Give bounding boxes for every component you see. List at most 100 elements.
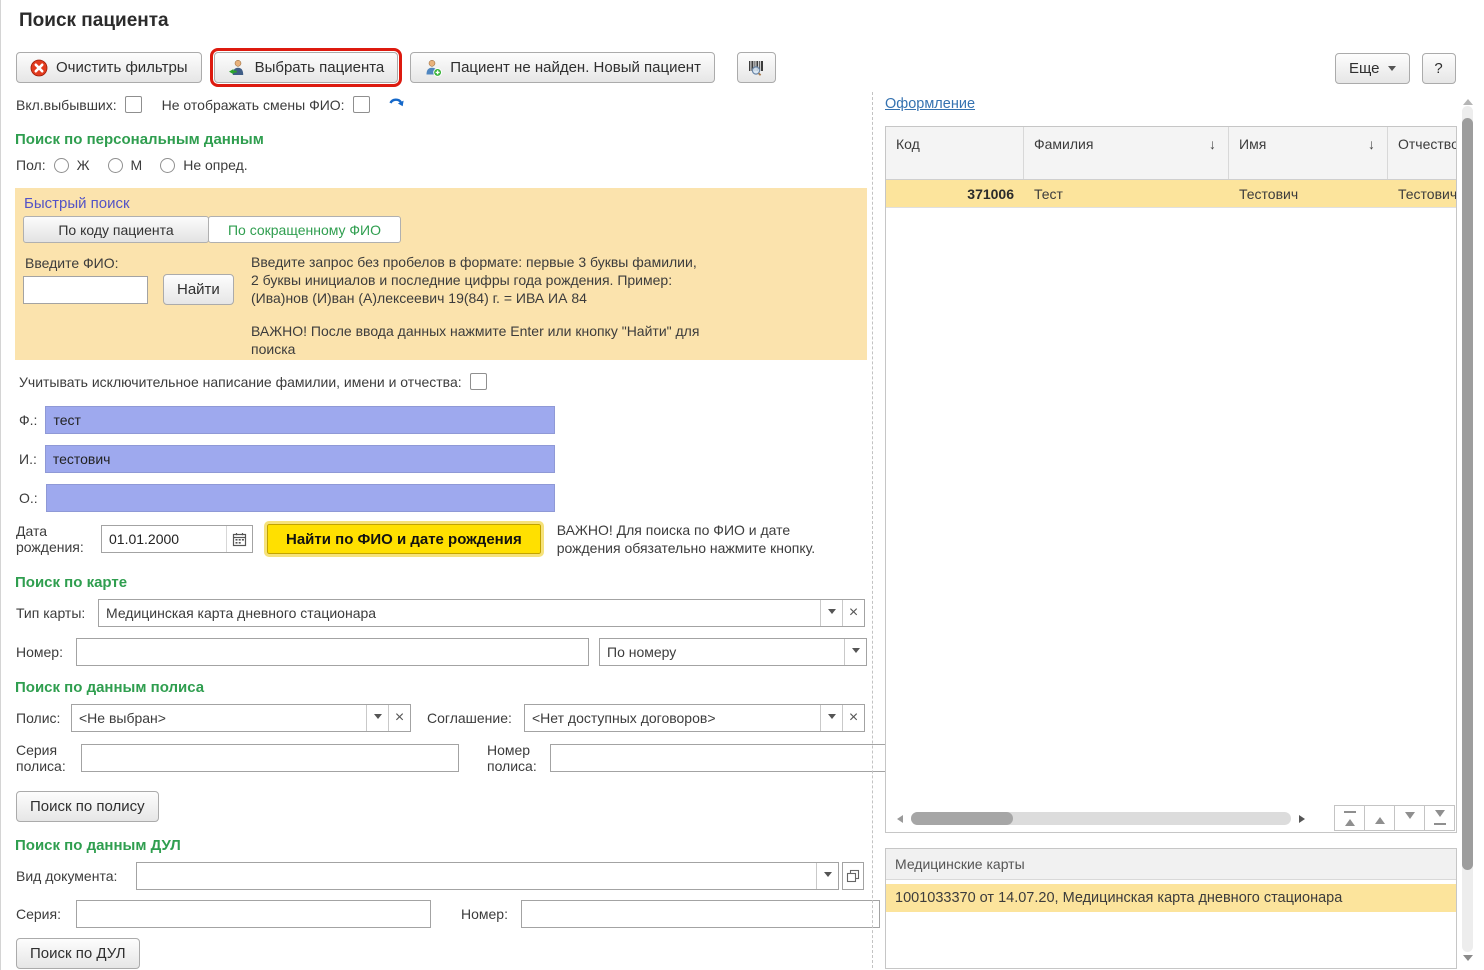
column-header-code[interactable]: Код <box>886 127 1024 179</box>
tab-by-short-fio[interactable]: По сокращенному ФИО <box>208 216 401 243</box>
find-button[interactable]: Найти <box>163 274 234 305</box>
policy-clear-icon[interactable]: × <box>388 705 410 731</box>
search-by-dul-label: Поиск по ДУЛ <box>30 945 126 962</box>
cell-surname: Тест <box>1024 186 1229 202</box>
column-header-surname[interactable]: Фамилия↓ <box>1024 127 1229 179</box>
card-type-dropdown-icon[interactable] <box>820 600 842 626</box>
more-button[interactable]: Еще <box>1335 53 1410 84</box>
design-link[interactable]: Оформление <box>885 96 975 112</box>
card-search-mode-value: По номеру <box>600 639 844 665</box>
exact-spelling-checkbox[interactable] <box>470 373 487 390</box>
agreement-dropdown-icon[interactable] <box>820 705 842 731</box>
policy-value: <Не выбран> <box>72 705 366 731</box>
include-departed-checkbox[interactable] <box>125 96 142 113</box>
medical-cards-header: Медицинские карты <box>886 849 1456 880</box>
agreement-combo[interactable]: <Нет доступных договоров> × <box>524 704 865 732</box>
go-last-button[interactable] <box>1424 805 1455 831</box>
card-number-row: Номер: По номеру <box>16 638 867 666</box>
agreement-clear-icon[interactable]: × <box>842 705 864 731</box>
gender-undefined-label: Не опред. <box>183 157 247 173</box>
vscroll-thumb[interactable] <box>1462 118 1473 870</box>
policy-series-input[interactable] <box>81 744 459 772</box>
refresh-icon[interactable] <box>388 97 405 113</box>
toolbar: Очистить фильтры Выбрать пациента Пациен… <box>16 52 776 83</box>
patronymic-label: О.: <box>19 490 38 506</box>
doc-type-dropdown-icon[interactable] <box>816 863 838 889</box>
calendar-icon[interactable] <box>226 526 252 552</box>
find-button-label: Найти <box>177 281 220 298</box>
quick-search-tabs: По коду пациента По сокращенному ФИО <box>23 216 401 243</box>
patronymic-input[interactable] <box>46 484 555 512</box>
column-header-name[interactable]: Имя↓ <box>1229 127 1388 179</box>
agreement-value: <Нет доступных договоров> <box>525 705 820 731</box>
card-section-header: Поиск по карте <box>15 574 127 591</box>
go-first-button[interactable] <box>1334 805 1365 831</box>
go-prev-button[interactable] <box>1364 805 1395 831</box>
find-by-fio-birthdate-button[interactable]: Найти по ФИО и дате рождения <box>267 524 541 554</box>
policy-label: Полис: <box>16 710 71 726</box>
clear-filters-button[interactable]: Очистить фильтры <box>16 52 202 83</box>
dul-number-label: Номер: <box>461 906 516 922</box>
window-vertical-scrollbar[interactable] <box>1460 92 1475 968</box>
policy-series-row: Серия полиса: Номер полиса: <box>16 742 906 774</box>
birthdate-field[interactable] <box>101 525 253 553</box>
card-type-combo[interactable]: Медицинская карта дневного стационара × <box>98 599 865 627</box>
card-number-input[interactable] <box>76 638 589 666</box>
gender-male-radio[interactable] <box>108 158 123 173</box>
column-header-patronymic[interactable]: Отчество <box>1388 127 1457 179</box>
short-fio-input[interactable] <box>23 276 148 304</box>
gender-undefined-radio[interactable] <box>160 158 175 173</box>
help-label: ? <box>1434 60 1442 77</box>
medical-card-row[interactable]: 1001033370 от 14.07.20, Медицинская карт… <box>886 884 1456 912</box>
search-by-policy-label: Поиск по полису <box>30 798 145 815</box>
name-input[interactable] <box>45 445 555 473</box>
gender-female-radio[interactable] <box>54 158 69 173</box>
patient-table-row[interactable]: 371006 Тест Тестович Тестович <box>886 180 1456 208</box>
more-label: Еще <box>1349 60 1380 77</box>
scroll-up-icon[interactable] <box>1463 94 1473 105</box>
scroll-right-icon[interactable] <box>1299 815 1309 823</box>
card-search-mode-combo[interactable]: По номеру <box>599 638 867 666</box>
policy-combo[interactable]: <Не выбран> × <box>71 704 411 732</box>
name-row: И.: <box>19 445 555 473</box>
search-by-dul-button[interactable]: Поиск по ДУЛ <box>16 938 140 969</box>
barcode-search-button[interactable] <box>737 52 776 83</box>
exact-spelling-label: Учитывать исключительное написание фамил… <box>19 374 462 390</box>
policy-number-input[interactable] <box>550 744 906 772</box>
clear-filters-icon <box>30 59 48 77</box>
pane-divider[interactable] <box>872 92 873 968</box>
help-button[interactable]: ? <box>1422 53 1456 84</box>
go-next-button[interactable] <box>1394 805 1425 831</box>
hscroll-thumb[interactable] <box>911 812 1013 825</box>
select-patient-button[interactable]: Выбрать пациента <box>214 52 399 83</box>
hide-name-changes-checkbox[interactable] <box>353 96 370 113</box>
add-patient-icon <box>424 59 442 77</box>
medical-cards-panel: Медицинские карты 1001033370 от 14.07.20… <box>885 848 1457 969</box>
doc-type-open-button[interactable] <box>842 862 864 890</box>
birthdate-input[interactable] <box>102 531 226 547</box>
scroll-left-icon[interactable] <box>893 815 903 823</box>
find-by-fio-birthdate-label: Найти по ФИО и дате рождения <box>286 531 522 548</box>
dul-series-input[interactable] <box>76 900 431 928</box>
card-type-row: Тип карты: Медицинская карта дневного ст… <box>16 599 865 627</box>
birthdate-row: Дата рождения: Найти по ФИО и дате рожде… <box>16 521 857 557</box>
doc-type-label: Вид документа: <box>16 868 129 884</box>
hscroll-track[interactable] <box>911 812 1291 825</box>
dul-number-input[interactable] <box>521 900 880 928</box>
surname-input[interactable] <box>45 406 555 434</box>
policy-dropdown-icon[interactable] <box>366 705 388 731</box>
scroll-down-icon[interactable] <box>1463 955 1473 966</box>
doc-type-row: Вид документа: <box>16 862 864 890</box>
card-search-mode-dropdown-icon[interactable] <box>844 639 866 665</box>
gender-row: Пол: Ж М Не опред. <box>16 157 248 173</box>
page-title: Поиск пациента <box>19 10 169 32</box>
new-patient-button[interactable]: Пациент не найден. Новый пациент <box>410 52 715 83</box>
doc-type-combo[interactable] <box>136 862 839 890</box>
gender-male-label: М <box>131 157 143 173</box>
card-type-clear-icon[interactable]: × <box>842 600 864 626</box>
dul-series-row: Серия: Номер: <box>16 900 880 928</box>
search-by-policy-button[interactable]: Поиск по полису <box>16 791 159 822</box>
tab-by-patient-code[interactable]: По коду пациента <box>23 216 209 243</box>
table-nav-buttons <box>1335 805 1455 831</box>
column-name-label: Имя <box>1239 136 1266 152</box>
